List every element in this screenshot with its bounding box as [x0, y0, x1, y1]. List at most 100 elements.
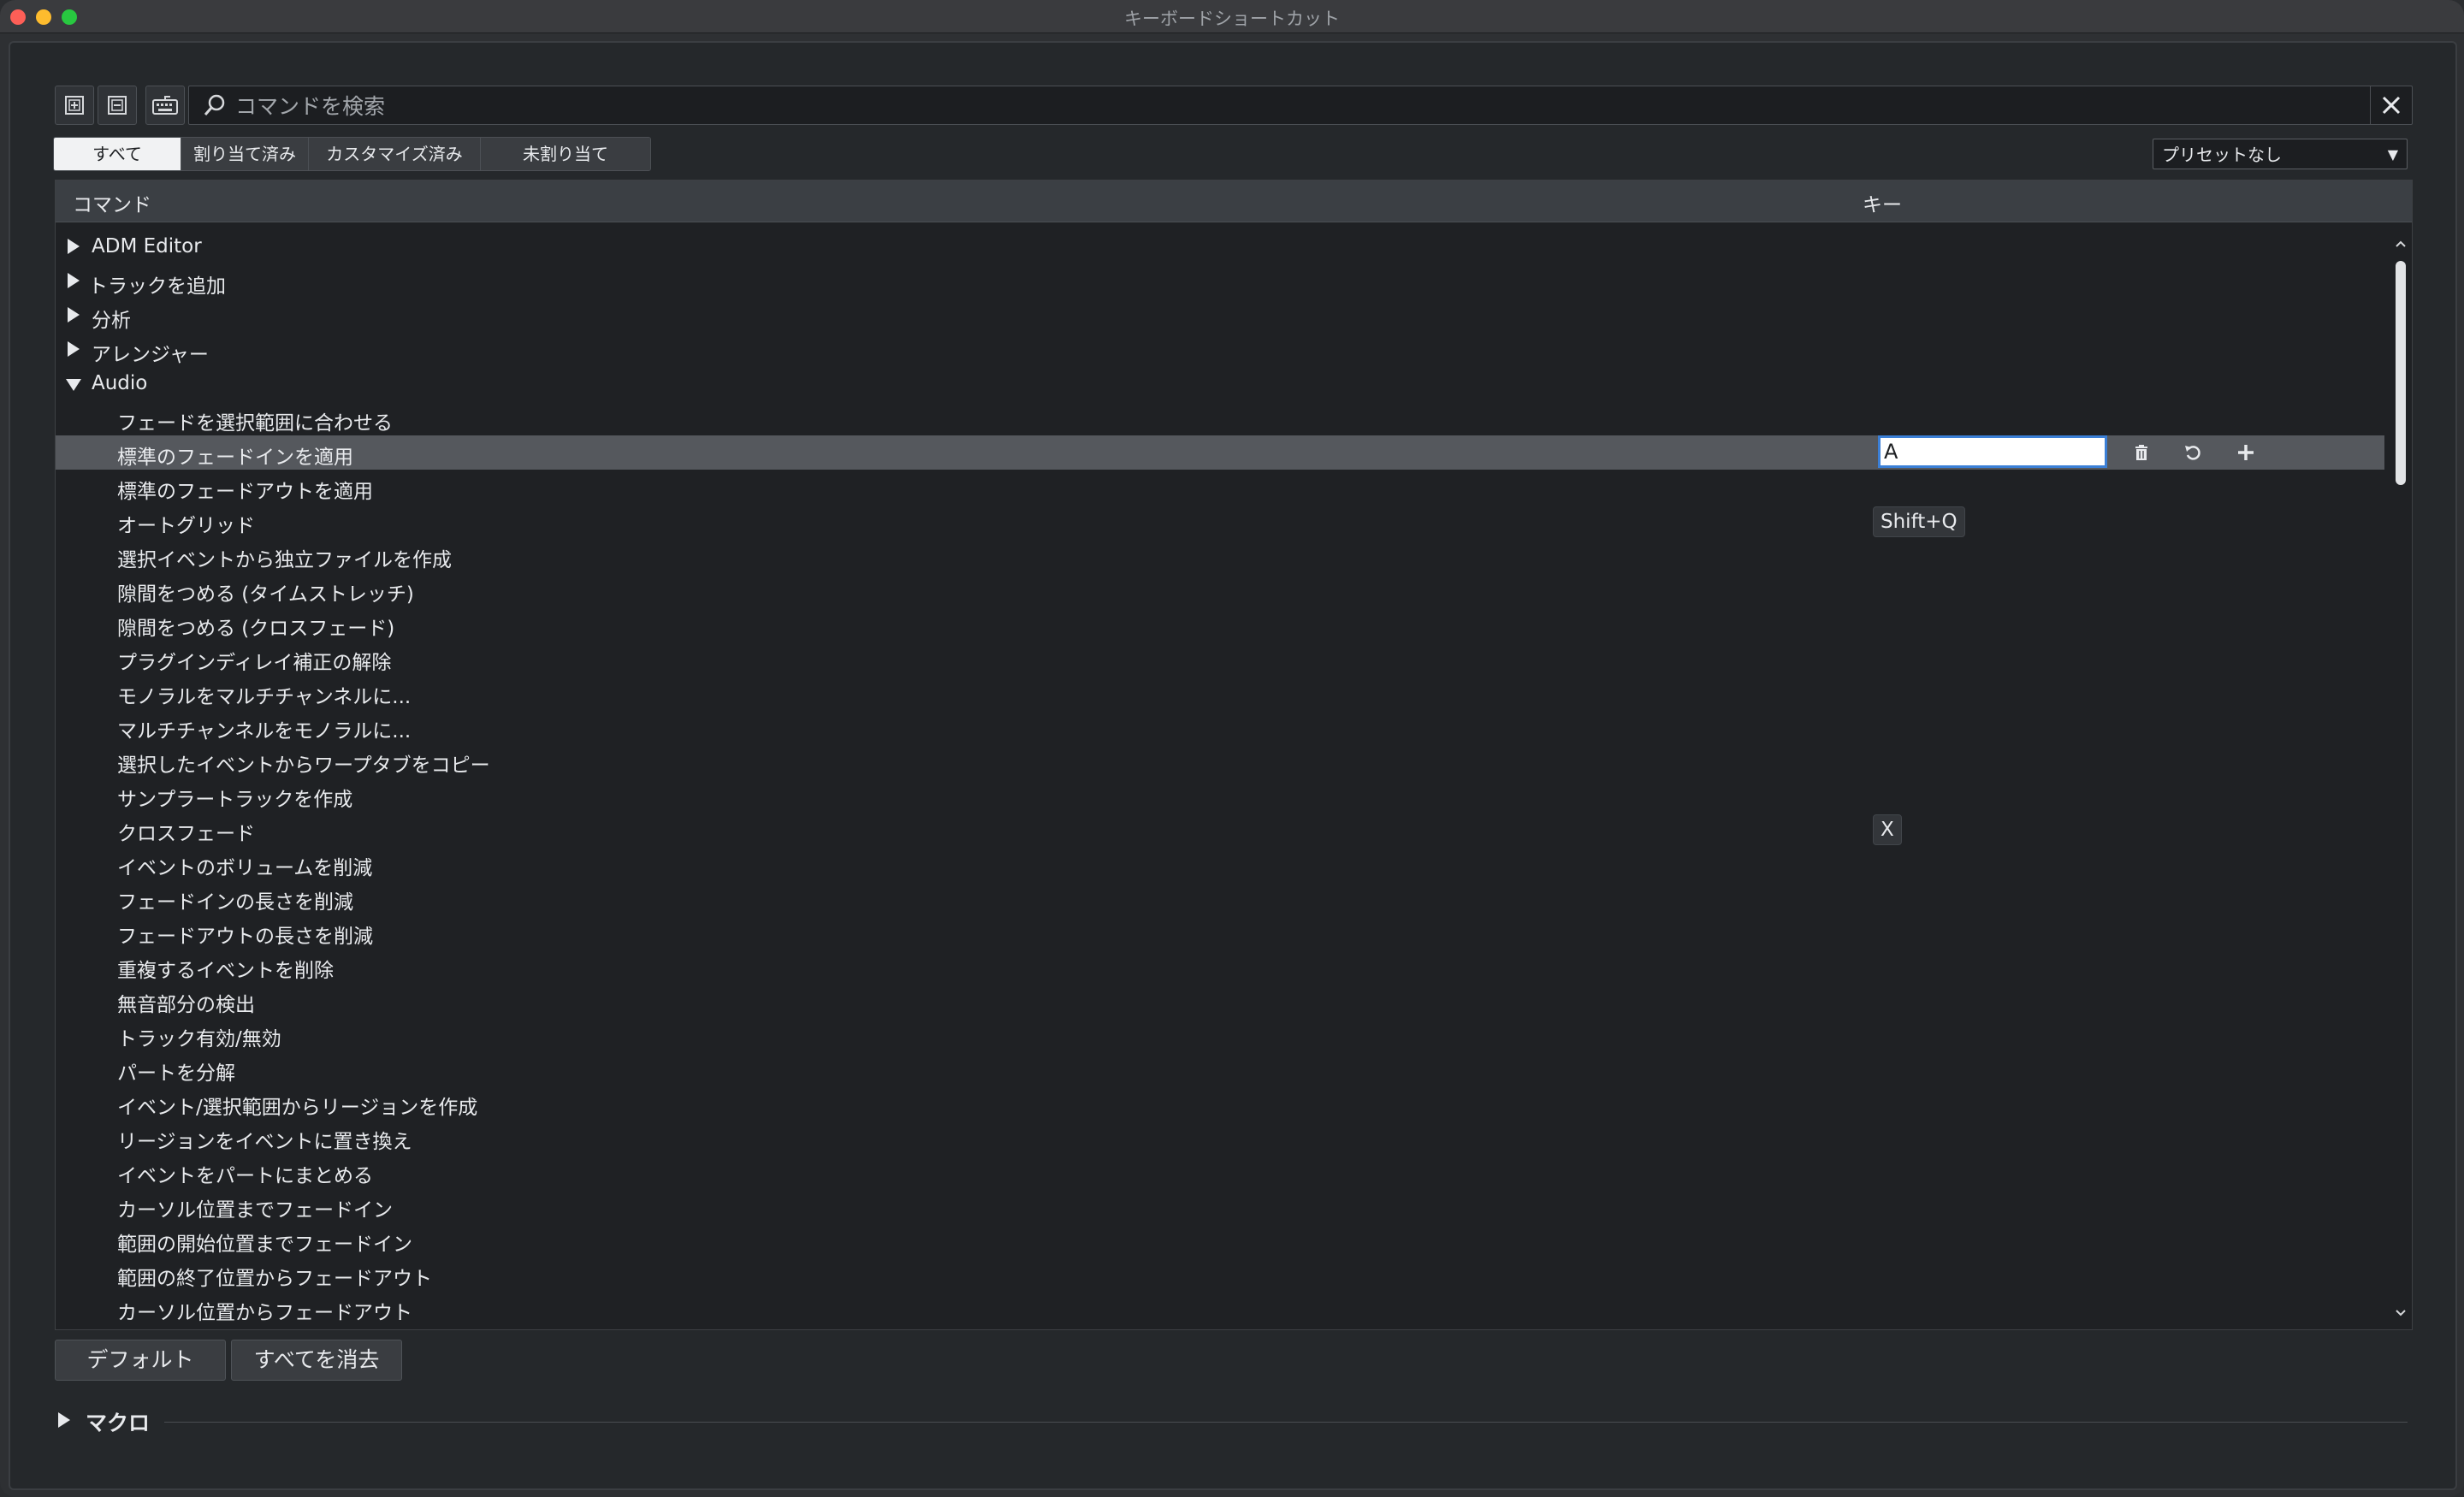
- row-label: イベントのボリュームを削減: [117, 857, 373, 879]
- shortcut-key-input[interactable]: [1878, 435, 2107, 468]
- row-label: アレンジャー: [92, 344, 209, 366]
- table-row[interactable]: 隙間をつめる (クロスフェード): [56, 606, 2384, 641]
- column-header-key[interactable]: キー: [1863, 188, 1902, 217]
- chevron-down-icon[interactable]: [66, 379, 81, 391]
- row-label: Audio: [92, 372, 148, 394]
- table-row[interactable]: オートグリッド Shift+Q: [56, 504, 2384, 538]
- chevron-right-icon[interactable]: [68, 307, 80, 322]
- title-bar: キーボードショートカット: [0, 0, 2464, 33]
- tab-all[interactable]: すべて: [54, 138, 181, 170]
- table-row[interactable]: 隙間をつめる (タイムストレッチ): [56, 572, 2384, 606]
- table-row[interactable]: リージョンをイベントに置き換え: [56, 1120, 2384, 1154]
- table-row[interactable]: クロスフェード X: [56, 812, 2384, 846]
- keyboard-button[interactable]: [145, 86, 185, 125]
- table-row[interactable]: サンプラートラックを作成: [56, 778, 2384, 812]
- preset-selected-value: プリセットなし: [2162, 145, 2282, 165]
- group-row-add-track[interactable]: トラックを追加: [56, 264, 2384, 299]
- vertical-scrollbar[interactable]: [2393, 230, 2408, 1325]
- add-shortcut-button[interactable]: [2236, 442, 2256, 463]
- table-row[interactable]: トラック有効/無効: [56, 1017, 2384, 1051]
- row-label: カーソル位置までフェードイン: [117, 1199, 393, 1222]
- search-bar: [188, 86, 2413, 125]
- section-divider: [164, 1422, 2408, 1423]
- table-row[interactable]: 標準のフェードアウトを適用: [56, 470, 2384, 504]
- group-row-adm-editor[interactable]: ADM Editor: [56, 230, 2384, 264]
- default-button[interactable]: デフォルト: [55, 1340, 226, 1381]
- search-clear-button[interactable]: [2370, 86, 2412, 124]
- table-row[interactable]: マルチチャンネルをモノラルに...: [56, 709, 2384, 743]
- expand-all-icon: [65, 96, 84, 115]
- delete-shortcut-button[interactable]: [2131, 442, 2152, 463]
- table-row[interactable]: イベントのボリュームを削減: [56, 846, 2384, 880]
- row-label: フェードを選択範囲に合わせる: [117, 412, 393, 435]
- row-label: 選択したイベントからワープタブをコピー: [117, 754, 490, 777]
- table-row[interactable]: フェードインの長さを削減: [56, 880, 2384, 914]
- table-row[interactable]: イベントをパートにまとめる: [56, 1154, 2384, 1188]
- tab-customized[interactable]: カスタマイズ済み: [309, 138, 481, 170]
- table-row[interactable]: カーソル位置からフェードアウト: [56, 1291, 2384, 1325]
- clear-all-button[interactable]: すべてを消去: [231, 1340, 402, 1381]
- table-row[interactable]: 無音部分の検出: [56, 983, 2384, 1017]
- group-row-arranger[interactable]: アレンジャー: [56, 333, 2384, 367]
- collapse-all-icon: [108, 96, 127, 115]
- chevron-right-icon[interactable]: [68, 239, 80, 254]
- scroll-down-button[interactable]: [2393, 1305, 2408, 1322]
- reset-shortcut-button[interactable]: [2183, 442, 2203, 463]
- table-row[interactable]: イベント/選択範囲からリージョンを作成: [56, 1086, 2384, 1120]
- collapse-all-button[interactable]: [98, 86, 137, 125]
- shortcut-key-chip[interactable]: Shift+Q: [1873, 506, 1965, 537]
- macro-section-toggle[interactable]: マクロ: [86, 1406, 150, 1437]
- table-row[interactable]: カーソル位置までフェードイン: [56, 1188, 2384, 1222]
- chevron-down-icon: ▼: [2387, 146, 2398, 163]
- row-label: トラックを追加: [88, 275, 226, 298]
- table-row[interactable]: フェードを選択範囲に合わせる: [56, 401, 2384, 435]
- chevron-down-icon: [2396, 1310, 2406, 1317]
- search-input[interactable]: [234, 90, 2350, 122]
- preset-select[interactable]: プリセットなし ▼: [2153, 139, 2408, 169]
- row-label: モノラルをマルチチャンネルに...: [117, 686, 412, 708]
- row-label: ADM Editor: [92, 235, 202, 257]
- column-header-command[interactable]: コマンド: [73, 188, 151, 217]
- row-label: 重複するイベントを削除: [117, 960, 334, 982]
- chevron-right-icon[interactable]: [68, 341, 80, 357]
- trash-icon: [2135, 445, 2147, 460]
- group-row-audio[interactable]: Audio: [56, 367, 2384, 401]
- row-label: クロスフェード: [117, 823, 255, 845]
- shortcut-key-chip[interactable]: X: [1873, 814, 1902, 845]
- table-row[interactable]: 範囲の終了位置からフェードアウト: [56, 1257, 2384, 1291]
- table-row-selected[interactable]: 標準のフェードインを適用: [56, 435, 2384, 470]
- expand-all-button[interactable]: [55, 86, 94, 125]
- row-label: 範囲の開始位置までフェードイン: [117, 1234, 412, 1256]
- table-row[interactable]: 重複するイベントを削除: [56, 949, 2384, 983]
- table-row[interactable]: フェードアウトの長さを削減: [56, 914, 2384, 949]
- table-row[interactable]: パートを分解: [56, 1051, 2384, 1086]
- table-row[interactable]: モノラルをマルチチャンネルに...: [56, 675, 2384, 709]
- row-label: プラグインディレイ補正の解除: [117, 652, 392, 674]
- table-row[interactable]: プラグインディレイ補正の解除: [56, 641, 2384, 675]
- search-icon: [204, 94, 225, 115]
- scroll-up-button[interactable]: [2393, 235, 2408, 252]
- chevron-up-icon: [2396, 240, 2406, 247]
- table-row[interactable]: 選択したイベントからワープタブをコピー: [56, 743, 2384, 778]
- row-label: サンプラートラックを作成: [117, 789, 353, 811]
- table-header: コマンド キー: [56, 180, 2412, 222]
- table-row[interactable]: 範囲の開始位置までフェードイン: [56, 1222, 2384, 1257]
- tab-assigned[interactable]: 割り当て済み: [181, 138, 309, 170]
- window-title: キーボードショートカット: [1124, 9, 1340, 29]
- row-label: オートグリッド: [117, 515, 255, 537]
- chevron-right-icon[interactable]: [68, 273, 80, 288]
- filter-tabs: すべて 割り当て済み カスタマイズ済み 未割り当て: [53, 137, 651, 171]
- group-row-analysis[interactable]: 分析: [56, 299, 2384, 333]
- row-label: カーソル位置からフェードアウト: [117, 1302, 412, 1324]
- table-row[interactable]: 選択イベントから独立ファイルを作成: [56, 538, 2384, 572]
- tab-unassigned[interactable]: 未割り当て: [481, 138, 650, 170]
- row-label: マルチチャンネルをモノラルに...: [117, 720, 412, 743]
- undo-icon: [2185, 446, 2200, 460]
- row-label: イベントをパートにまとめる: [117, 1165, 373, 1187]
- row-label: フェードアウトの長さを削減: [117, 926, 373, 948]
- scroll-thumb[interactable]: [2396, 261, 2406, 485]
- chevron-right-icon[interactable]: [58, 1412, 70, 1428]
- row-label: パートを分解: [117, 1062, 235, 1085]
- row-label: 隙間をつめる (タイムストレッチ): [117, 583, 414, 606]
- row-label: トラック有効/無効: [117, 1028, 281, 1050]
